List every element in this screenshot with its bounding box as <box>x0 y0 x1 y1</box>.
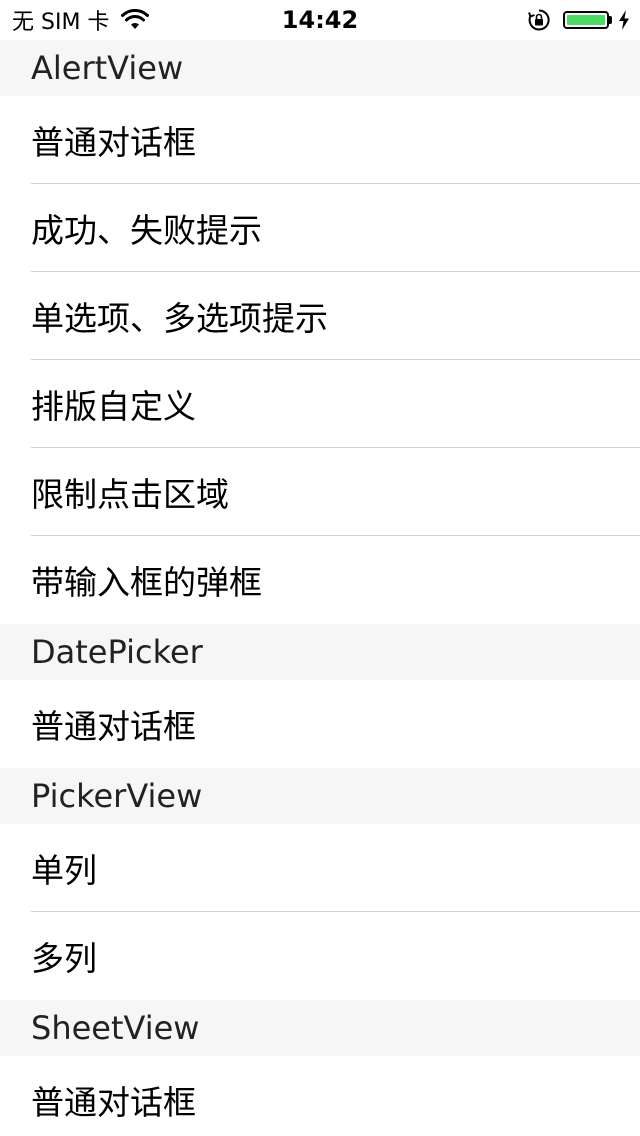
list-item-limit-click-area[interactable]: 限制点击区域 <box>0 448 640 536</box>
list-item-sheet-normal-dialog[interactable]: 普通对话框 <box>0 1056 640 1136</box>
list-item-custom-layout[interactable]: 排版自定义 <box>0 360 640 448</box>
section-header-alertview: AlertView <box>0 40 640 96</box>
section-header-datepicker: DatePicker <box>0 624 640 680</box>
list-item-input-dialog[interactable]: 带输入框的弹框 <box>0 536 640 624</box>
rotation-lock-icon <box>528 9 550 31</box>
table-view: AlertView 普通对话框 成功、失败提示 单选项、多选项提示 排版自定义 … <box>0 40 640 1136</box>
section-header-sheetview: SheetView <box>0 1000 640 1056</box>
battery-icon <box>563 11 609 29</box>
list-item-single-multi-choice[interactable]: 单选项、多选项提示 <box>0 272 640 360</box>
list-item-normal-dialog[interactable]: 普通对话框 <box>0 96 640 184</box>
list-item-datepicker-normal-dialog[interactable]: 普通对话框 <box>0 680 640 768</box>
list-item-single-column[interactable]: 单列 <box>0 824 640 912</box>
battery-tip <box>609 16 612 24</box>
charging-icon <box>619 10 629 30</box>
status-right <box>527 0 630 40</box>
list-item-success-failure-tip[interactable]: 成功、失败提示 <box>0 184 640 272</box>
status-bar: 无 SIM 卡 14:42 <box>0 0 640 40</box>
section-header-pickerview: PickerView <box>0 768 640 824</box>
battery-fill <box>567 15 605 25</box>
list-item-multi-column[interactable]: 多列 <box>0 912 640 1000</box>
